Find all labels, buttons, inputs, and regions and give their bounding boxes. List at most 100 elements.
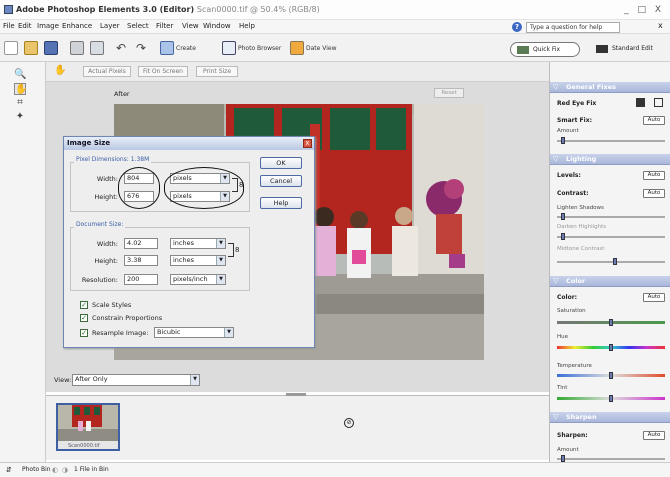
undo-icon[interactable]: ↶ — [114, 41, 128, 55]
hand-tool-icon[interactable]: ✋ — [14, 83, 27, 95]
ok-button[interactable]: OK — [260, 157, 302, 169]
open-folder-icon[interactable] — [24, 41, 38, 55]
doc-width-input[interactable]: 4.02 — [124, 238, 158, 249]
slider-knob[interactable] — [561, 213, 565, 220]
resample-image-checkbox[interactable]: ✓ — [80, 329, 88, 337]
slider-knob[interactable] — [613, 258, 617, 265]
color-header[interactable]: Color — [550, 276, 670, 287]
doc-width-unit-select[interactable]: inches ▼ — [170, 238, 226, 249]
menu-enhance[interactable]: Enhance — [62, 22, 92, 30]
cancel-button[interactable]: Cancel — [260, 175, 302, 187]
menu-file[interactable]: File — [3, 22, 15, 30]
create-icon[interactable] — [160, 41, 174, 55]
bin-divider-handle[interactable] — [286, 393, 306, 396]
previous-icon[interactable]: ◐ — [52, 463, 58, 477]
slider-knob[interactable] — [609, 319, 613, 326]
lighten-shadows-label: Lighten Shadows — [557, 205, 604, 211]
levels-auto-button[interactable]: Auto — [643, 171, 665, 180]
standard-edit-button[interactable]: Standard Edit — [590, 42, 666, 57]
resample-method-select[interactable]: Bicubic ▼ — [154, 327, 234, 338]
contrast-auto-button[interactable]: Auto — [643, 189, 665, 198]
resolution-unit: pixels/inch — [173, 275, 208, 283]
smart-fix-auto-button[interactable]: Auto — [643, 116, 665, 125]
menu-filter[interactable]: Filter — [156, 22, 173, 30]
help-search-input[interactable]: Type a question for help — [526, 22, 620, 33]
menu-image[interactable]: Image — [37, 22, 59, 30]
general-fixes-header[interactable]: General Fixes — [550, 82, 670, 93]
sharpen-auto-button[interactable]: Auto — [643, 431, 665, 440]
next-icon[interactable]: ◑ — [62, 463, 68, 477]
menu-edit[interactable]: Edit — [18, 22, 32, 30]
slider-knob[interactable] — [609, 372, 613, 379]
reset-button[interactable]: Reset — [434, 88, 464, 98]
online-services-icon[interactable] — [90, 41, 104, 55]
bin-toggle-icon[interactable]: ⇵ — [6, 463, 12, 477]
midtone-contrast-label: Midtone Contrast — [557, 246, 605, 252]
actual-pixels-button[interactable]: Actual Pixels — [83, 66, 131, 77]
red-eye-auto-icon[interactable] — [636, 98, 645, 107]
tint-slider[interactable] — [557, 395, 665, 402]
slider-knob[interactable] — [609, 395, 613, 402]
print-icon[interactable] — [70, 41, 84, 55]
thumbnail-caption: Scan0000.tif — [68, 443, 100, 449]
menu-select[interactable]: Select — [127, 22, 149, 30]
menu-layer[interactable]: Layer — [100, 22, 120, 30]
smart-fix-amount-slider[interactable] — [557, 137, 665, 144]
menu-window[interactable]: Window — [203, 22, 231, 30]
slider-knob[interactable] — [561, 455, 565, 462]
red-eye-tool-icon[interactable] — [654, 98, 663, 107]
create-button[interactable]: Create — [176, 45, 196, 52]
temperature-slider[interactable] — [557, 372, 665, 379]
doc-height-input[interactable]: 3.38 — [124, 255, 158, 266]
midtone-contrast-slider[interactable] — [557, 258, 665, 265]
dialog-close-button[interactable]: x — [303, 139, 312, 148]
color-auto-button[interactable]: Auto — [643, 293, 665, 302]
lighten-shadows-slider[interactable] — [557, 213, 665, 220]
sharpen-header[interactable]: Sharpen — [550, 412, 670, 423]
crop-tool-icon[interactable]: ⌗ — [14, 97, 26, 109]
photo-browser-icon[interactable] — [222, 41, 236, 55]
quick-fix-button[interactable]: Quick Fix — [510, 42, 580, 57]
menu-help[interactable]: Help — [239, 22, 255, 30]
doc-close[interactable]: x — [658, 21, 663, 30]
saturation-slider[interactable] — [557, 319, 665, 326]
doc-link-bracket — [228, 243, 234, 257]
fit-on-screen-button[interactable]: Fit On Screen — [138, 66, 188, 77]
sharpen-amount-slider[interactable] — [557, 455, 665, 462]
collapse-arrow-icon[interactable]: ▽ — [553, 277, 558, 285]
shortcuts-bar: ↶ ↷ Create Photo Browser Date View Quick… — [0, 34, 670, 62]
constrain-proportions-checkbox[interactable]: ✓ — [80, 314, 88, 322]
help-button[interactable]: Help — [260, 197, 302, 209]
window-controls[interactable]: _ □ X — [624, 5, 664, 15]
hue-slider[interactable] — [557, 344, 665, 351]
slider-knob[interactable] — [561, 233, 565, 240]
hue-label: Hue — [557, 334, 569, 340]
chevron-down-icon: ▼ — [216, 256, 225, 265]
collapse-arrow-icon[interactable]: ▽ — [553, 413, 558, 421]
lighting-header[interactable]: Lighting — [550, 154, 670, 165]
date-view-icon[interactable] — [290, 41, 304, 55]
slider-knob[interactable] — [561, 137, 565, 144]
sharpen-label: Sharpen: — [557, 432, 588, 439]
zoom-tool-icon[interactable]: 🔍 — [14, 69, 26, 81]
scale-styles-checkbox[interactable]: ✓ — [80, 301, 88, 309]
print-size-button[interactable]: Print Size — [196, 66, 238, 77]
photo-browser-button[interactable]: Photo Browser — [238, 45, 281, 52]
darken-highlights-slider[interactable] — [557, 233, 665, 240]
new-file-icon[interactable] — [4, 41, 18, 55]
redo-icon[interactable]: ↷ — [134, 41, 148, 55]
save-icon[interactable] — [44, 41, 58, 55]
resolution-input[interactable]: 200 — [124, 274, 158, 285]
date-view-button[interactable]: Date View — [306, 45, 337, 52]
quick-fix-icon — [517, 46, 529, 54]
view-select[interactable]: After Only ▼ — [72, 374, 200, 386]
slider-knob[interactable] — [609, 344, 613, 351]
menu-view[interactable]: View — [182, 22, 199, 30]
red-eye-tool-icon[interactable]: ✦ — [14, 111, 26, 123]
collapse-arrow-icon[interactable]: ▽ — [553, 155, 558, 163]
doc-height-unit-select[interactable]: inches ▼ — [170, 255, 226, 266]
collapse-arrow-icon[interactable]: ▽ — [553, 83, 558, 91]
resolution-unit-select[interactable]: pixels/inch ▼ — [170, 274, 226, 285]
doc-width-unit: inches — [173, 239, 195, 247]
bin-thumbnail[interactable]: Scan0000.tif — [56, 403, 120, 451]
